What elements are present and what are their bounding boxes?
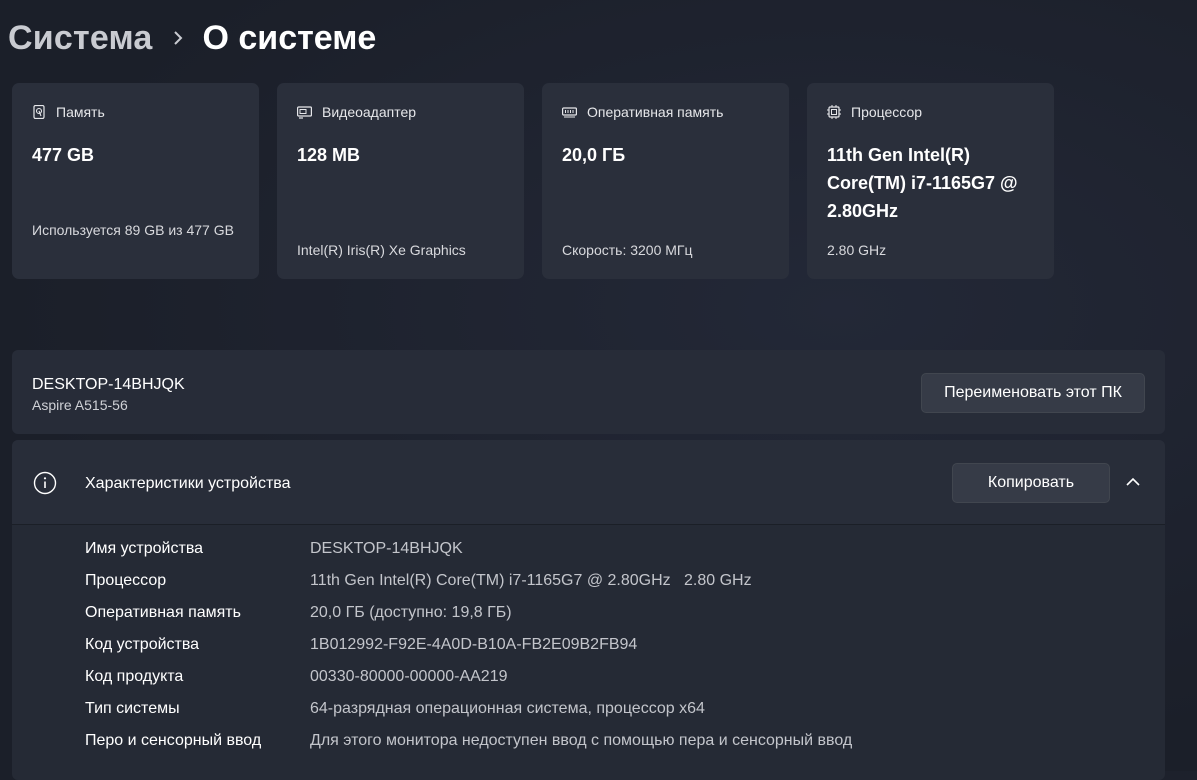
card-cpu-frequency: 2.80 GHz	[827, 242, 887, 258]
page-title: О системе	[202, 18, 377, 57]
card-storage-title: Память	[56, 104, 105, 120]
breadcrumb-parent-link[interactable]: Система	[8, 19, 153, 58]
spec-value: 00330-80000-00000-AA219	[310, 668, 508, 685]
card-ram-speed: Скорость: 3200 МГц	[562, 242, 693, 258]
ram-icon	[562, 107, 577, 118]
spec-value: 20,0 ГБ (доступно: 19,8 ГБ)	[310, 604, 512, 621]
copy-button[interactable]: Копировать	[952, 463, 1110, 503]
spec-label: Оперативная память	[85, 604, 241, 621]
spec-row-device-name: Имя устройства DESKTOP-14BHJQK	[85, 540, 852, 572]
display-adapter-icon	[297, 105, 312, 119]
rename-pc-button[interactable]: Переименовать этот ПК	[921, 373, 1145, 413]
pc-name-row: DESKTOP-14BHJQK Aspire A515-56 Переимено…	[12, 350, 1165, 434]
storage-drive-icon	[33, 105, 45, 119]
spec-row-product-id: Код продукта 00330-80000-00000-AA219	[85, 668, 852, 700]
card-cpu-title: Процессор	[851, 104, 923, 120]
device-specs-header[interactable]: Характеристики устройства Копировать	[12, 440, 1165, 525]
spec-value: 1B012992-F92E-4A0D-B10A-FB2E09B2FB94	[310, 636, 638, 653]
card-storage-value: 477 GB	[32, 145, 95, 165]
spec-label: Код продукта	[85, 668, 184, 685]
spec-label: Перо и сенсорный ввод	[85, 732, 262, 749]
spec-value: 64-разрядная операционная система, проце…	[310, 700, 705, 717]
spec-label: Тип системы	[85, 700, 180, 717]
card-display-adapter-title: Видеоадаптер	[322, 104, 417, 120]
spec-row-device-id: Код устройства 1B012992-F92E-4A0D-B10A-F…	[85, 636, 852, 668]
card-display-adapter-name: Intel(R) Iris(R) Xe Graphics	[297, 242, 466, 258]
card-storage-usage: Используется 89 GB из 477 GB	[32, 222, 234, 238]
device-specs-title: Характеристики устройства	[85, 475, 291, 492]
card-ram-value: 20,0 ГБ	[562, 145, 626, 165]
pc-model: Aspire A515-56	[32, 397, 128, 413]
card-ram-title: Оперативная память	[587, 104, 724, 120]
spec-label: Процессор	[85, 572, 167, 589]
spec-value: 11th Gen Intel(R) Core(TM) i7-1165G7 @ 2…	[310, 572, 752, 589]
spec-label: Имя устройства	[85, 540, 204, 557]
spec-row-pen-touch: Перо и сенсорный ввод Для этого монитора…	[85, 732, 852, 764]
spec-value: Для этого монитора недоступен ввод с пом…	[310, 732, 853, 749]
chevron-right-icon	[173, 30, 185, 46]
spec-label: Код устройства	[85, 636, 200, 653]
info-icon	[33, 471, 57, 495]
device-specs-list: Имя устройства DESKTOP-14BHJQK Процессор…	[85, 540, 852, 764]
card-cpu-value: 11th Gen Intel(R) Core(TM) i7-1165G7 @ 2…	[827, 145, 1018, 221]
chevron-up-icon[interactable]	[1125, 475, 1141, 489]
spec-value: DESKTOP-14BHJQK	[310, 540, 463, 557]
card-cpu[interactable]: Процессор 11th Gen Intel(R) Core(TM) i7-…	[807, 83, 1054, 279]
breadcrumb: Система О системе	[8, 16, 376, 60]
card-ram[interactable]: Оперативная память 20,0 ГБ Скорость: 320…	[542, 83, 789, 279]
pc-name: DESKTOP-14BHJQK	[32, 376, 185, 393]
card-storage[interactable]: Память 477 GB Используется 89 GB из 477 …	[12, 83, 259, 279]
card-display-adapter-value: 128 MB	[297, 145, 361, 165]
spec-row-processor: Процессор 11th Gen Intel(R) Core(TM) i7-…	[85, 572, 852, 604]
spec-row-system-type: Тип системы 64-разрядная операционная си…	[85, 700, 852, 732]
cpu-icon	[827, 105, 841, 119]
spec-row-ram: Оперативная память 20,0 ГБ (доступно: 19…	[85, 604, 852, 636]
device-specs-panel: Характеристики устройства Копировать Имя…	[12, 440, 1165, 780]
card-display-adapter[interactable]: Видеоадаптер 128 MB Intel(R) Iris(R) Xe …	[277, 83, 524, 279]
